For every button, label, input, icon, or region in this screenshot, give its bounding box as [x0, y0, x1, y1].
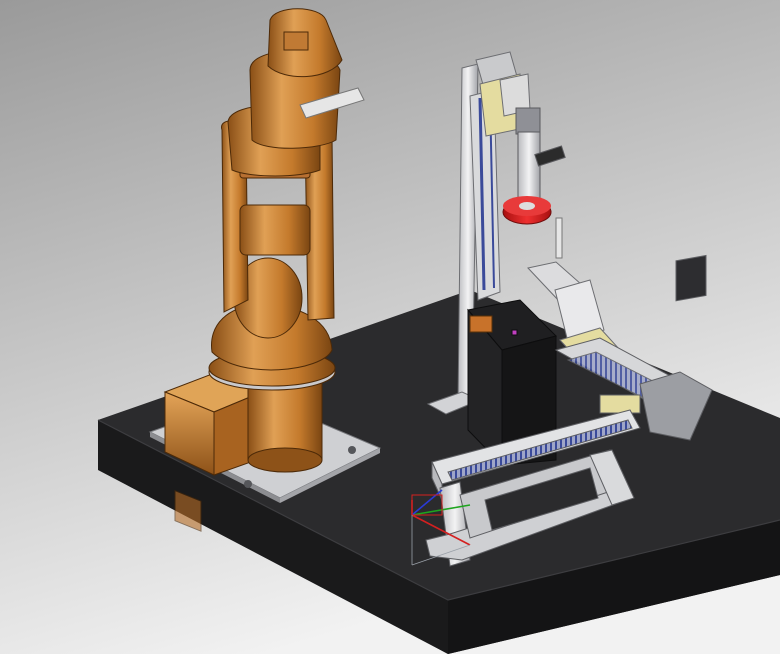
bolt-icon	[244, 480, 252, 488]
tool-pin	[555, 217, 563, 259]
cad-3d-viewport[interactable]	[0, 0, 780, 654]
red-disc-gripper[interactable]	[502, 196, 552, 225]
bolt-icon	[348, 446, 356, 454]
scene-canvas[interactable]	[0, 0, 780, 654]
